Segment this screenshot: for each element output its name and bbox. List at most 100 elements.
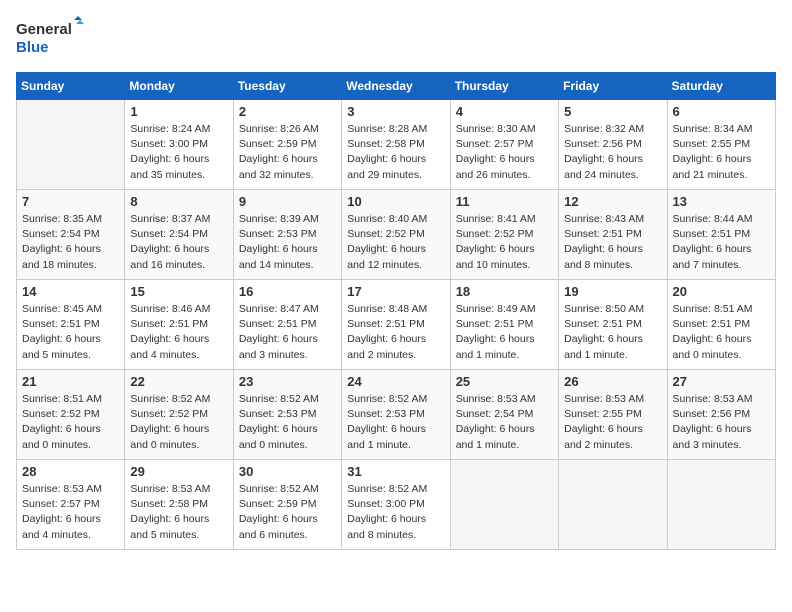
day-info: Sunrise: 8:35 AM Sunset: 2:54 PM Dayligh… xyxy=(22,212,119,273)
day-number: 2 xyxy=(239,104,336,119)
day-info: Sunrise: 8:40 AM Sunset: 2:52 PM Dayligh… xyxy=(347,212,444,273)
calendar-cell: 21 Sunrise: 8:51 AM Sunset: 2:52 PM Dayli… xyxy=(17,370,125,460)
day-info: Sunrise: 8:52 AM Sunset: 2:53 PM Dayligh… xyxy=(239,392,336,453)
calendar-cell: 14 Sunrise: 8:45 AM Sunset: 2:51 PM Dayli… xyxy=(17,280,125,370)
day-info: Sunrise: 8:53 AM Sunset: 2:57 PM Dayligh… xyxy=(22,482,119,543)
calendar-cell: 15 Sunrise: 8:46 AM Sunset: 2:51 PM Dayli… xyxy=(125,280,233,370)
calendar-cell: 8Sunrise: 8:37 AM Sunset: 2:54 PM Daylig… xyxy=(125,190,233,280)
day-info: Sunrise: 8:30 AM Sunset: 2:57 PM Dayligh… xyxy=(456,122,553,183)
calendar-cell: 5Sunrise: 8:32 AM Sunset: 2:56 PM Daylig… xyxy=(559,100,667,190)
day-info: Sunrise: 8:47 AM Sunset: 2:51 PM Dayligh… xyxy=(239,302,336,363)
calendar-cell: 24 Sunrise: 8:52 AM Sunset: 2:53 PM Dayli… xyxy=(342,370,450,460)
day-info: Sunrise: 8:34 AM Sunset: 2:55 PM Dayligh… xyxy=(673,122,770,183)
calendar-week-4: 21 Sunrise: 8:51 AM Sunset: 2:52 PM Dayli… xyxy=(17,370,776,460)
calendar-cell: 30 Sunrise: 8:52 AM Sunset: 2:59 PM Dayli… xyxy=(233,460,341,550)
calendar-table: SundayMondayTuesdayWednesdayThursdayFrid… xyxy=(16,72,776,550)
calendar-cell: 7 Sunrise: 8:35 AM Sunset: 2:54 PM Daylig… xyxy=(17,190,125,280)
day-number: 21 xyxy=(22,374,119,389)
svg-text:General: General xyxy=(16,21,72,38)
day-info: Sunrise: 8:49 AM Sunset: 2:51 PM Dayligh… xyxy=(456,302,553,363)
day-header-sunday: Sunday xyxy=(17,73,125,100)
calendar-cell: 27 Sunrise: 8:53 AM Sunset: 2:56 PM Dayli… xyxy=(667,370,775,460)
day-info: Sunrise: 8:52 AM Sunset: 2:52 PM Dayligh… xyxy=(130,392,227,453)
calendar-cell: 20Sunrise: 8:51 AM Sunset: 2:51 PM Dayli… xyxy=(667,280,775,370)
calendar-cell: 2 Sunrise: 8:26 AM Sunset: 2:59 PM Daylig… xyxy=(233,100,341,190)
day-number: 18 xyxy=(456,284,553,299)
day-number: 16 xyxy=(239,284,336,299)
day-number: 6 xyxy=(673,104,770,119)
calendar-cell: 16 Sunrise: 8:47 AM Sunset: 2:51 PM Dayli… xyxy=(233,280,341,370)
calendar-cell: 9Sunrise: 8:39 AM Sunset: 2:53 PM Daylig… xyxy=(233,190,341,280)
day-info: Sunrise: 8:26 AM Sunset: 2:59 PM Dayligh… xyxy=(239,122,336,183)
calendar-cell: 6 Sunrise: 8:34 AM Sunset: 2:55 PM Daylig… xyxy=(667,100,775,190)
day-info: Sunrise: 8:53 AM Sunset: 2:58 PM Dayligh… xyxy=(130,482,227,543)
day-header-thursday: Thursday xyxy=(450,73,558,100)
day-number: 22 xyxy=(130,374,227,389)
day-number: 12 xyxy=(564,194,661,209)
day-number: 25 xyxy=(456,374,553,389)
calendar-cell: 11 Sunrise: 8:41 AM Sunset: 2:52 PM Dayli… xyxy=(450,190,558,280)
day-number: 27 xyxy=(673,374,770,389)
day-info: Sunrise: 8:28 AM Sunset: 2:58 PM Dayligh… xyxy=(347,122,444,183)
calendar-week-5: 28 Sunrise: 8:53 AM Sunset: 2:57 PM Dayli… xyxy=(17,460,776,550)
day-number: 5 xyxy=(564,104,661,119)
day-info: Sunrise: 8:45 AM Sunset: 2:51 PM Dayligh… xyxy=(22,302,119,363)
day-number: 4 xyxy=(456,104,553,119)
day-number: 10 xyxy=(347,194,444,209)
calendar-cell: 29Sunrise: 8:53 AM Sunset: 2:58 PM Dayli… xyxy=(125,460,233,550)
calendar-cell: 17Sunrise: 8:48 AM Sunset: 2:51 PM Dayli… xyxy=(342,280,450,370)
day-header-monday: Monday xyxy=(125,73,233,100)
calendar-body: 1 Sunrise: 8:24 AM Sunset: 3:00 PM Daylig… xyxy=(17,100,776,550)
day-header-friday: Friday xyxy=(559,73,667,100)
day-info: Sunrise: 8:53 AM Sunset: 2:56 PM Dayligh… xyxy=(673,392,770,453)
day-info: Sunrise: 8:50 AM Sunset: 2:51 PM Dayligh… xyxy=(564,302,661,363)
calendar-week-2: 7 Sunrise: 8:35 AM Sunset: 2:54 PM Daylig… xyxy=(17,190,776,280)
logo-svg: General Blue xyxy=(16,16,86,60)
day-number: 15 xyxy=(130,284,227,299)
calendar-cell: 19 Sunrise: 8:50 AM Sunset: 2:51 PM Dayli… xyxy=(559,280,667,370)
day-info: Sunrise: 8:52 AM Sunset: 2:53 PM Dayligh… xyxy=(347,392,444,453)
calendar-cell: 1 Sunrise: 8:24 AM Sunset: 3:00 PM Daylig… xyxy=(125,100,233,190)
day-number: 17 xyxy=(347,284,444,299)
day-number: 13 xyxy=(673,194,770,209)
calendar-cell: 4 Sunrise: 8:30 AM Sunset: 2:57 PM Daylig… xyxy=(450,100,558,190)
day-number: 30 xyxy=(239,464,336,479)
day-info: Sunrise: 8:53 AM Sunset: 2:54 PM Dayligh… xyxy=(456,392,553,453)
logo: General Blue xyxy=(16,16,86,60)
svg-text:Blue: Blue xyxy=(16,39,49,56)
day-info: Sunrise: 8:51 AM Sunset: 2:52 PM Dayligh… xyxy=(22,392,119,453)
calendar-cell xyxy=(450,460,558,550)
day-header-saturday: Saturday xyxy=(667,73,775,100)
day-number: 1 xyxy=(130,104,227,119)
day-info: Sunrise: 8:52 AM Sunset: 2:59 PM Dayligh… xyxy=(239,482,336,543)
calendar-cell: 3 Sunrise: 8:28 AM Sunset: 2:58 PM Daylig… xyxy=(342,100,450,190)
day-number: 24 xyxy=(347,374,444,389)
day-number: 3 xyxy=(347,104,444,119)
day-number: 11 xyxy=(456,194,553,209)
day-number: 8 xyxy=(130,194,227,209)
day-info: Sunrise: 8:51 AM Sunset: 2:51 PM Dayligh… xyxy=(673,302,770,363)
day-number: 14 xyxy=(22,284,119,299)
calendar-cell: 18 Sunrise: 8:49 AM Sunset: 2:51 PM Dayli… xyxy=(450,280,558,370)
day-info: Sunrise: 8:24 AM Sunset: 3:00 PM Dayligh… xyxy=(130,122,227,183)
day-info: Sunrise: 8:41 AM Sunset: 2:52 PM Dayligh… xyxy=(456,212,553,273)
calendar-cell: 22 Sunrise: 8:52 AM Sunset: 2:52 PM Dayli… xyxy=(125,370,233,460)
day-number: 7 xyxy=(22,194,119,209)
day-number: 9 xyxy=(239,194,336,209)
day-number: 26 xyxy=(564,374,661,389)
calendar-cell: 31Sunrise: 8:52 AM Sunset: 3:00 PM Dayli… xyxy=(342,460,450,550)
calendar-cell: 26Sunrise: 8:53 AM Sunset: 2:55 PM Dayli… xyxy=(559,370,667,460)
calendar-week-3: 14 Sunrise: 8:45 AM Sunset: 2:51 PM Dayli… xyxy=(17,280,776,370)
calendar-cell: 23Sunrise: 8:52 AM Sunset: 2:53 PM Dayli… xyxy=(233,370,341,460)
calendar-header-row: SundayMondayTuesdayWednesdayThursdayFrid… xyxy=(17,73,776,100)
day-number: 19 xyxy=(564,284,661,299)
calendar-cell: 13 Sunrise: 8:44 AM Sunset: 2:51 PM Dayli… xyxy=(667,190,775,280)
calendar-cell: 12Sunrise: 8:43 AM Sunset: 2:51 PM Dayli… xyxy=(559,190,667,280)
day-number: 28 xyxy=(22,464,119,479)
calendar-cell xyxy=(559,460,667,550)
calendar-cell xyxy=(17,100,125,190)
day-info: Sunrise: 8:46 AM Sunset: 2:51 PM Dayligh… xyxy=(130,302,227,363)
calendar-week-1: 1 Sunrise: 8:24 AM Sunset: 3:00 PM Daylig… xyxy=(17,100,776,190)
day-info: Sunrise: 8:44 AM Sunset: 2:51 PM Dayligh… xyxy=(673,212,770,273)
calendar-cell xyxy=(667,460,775,550)
